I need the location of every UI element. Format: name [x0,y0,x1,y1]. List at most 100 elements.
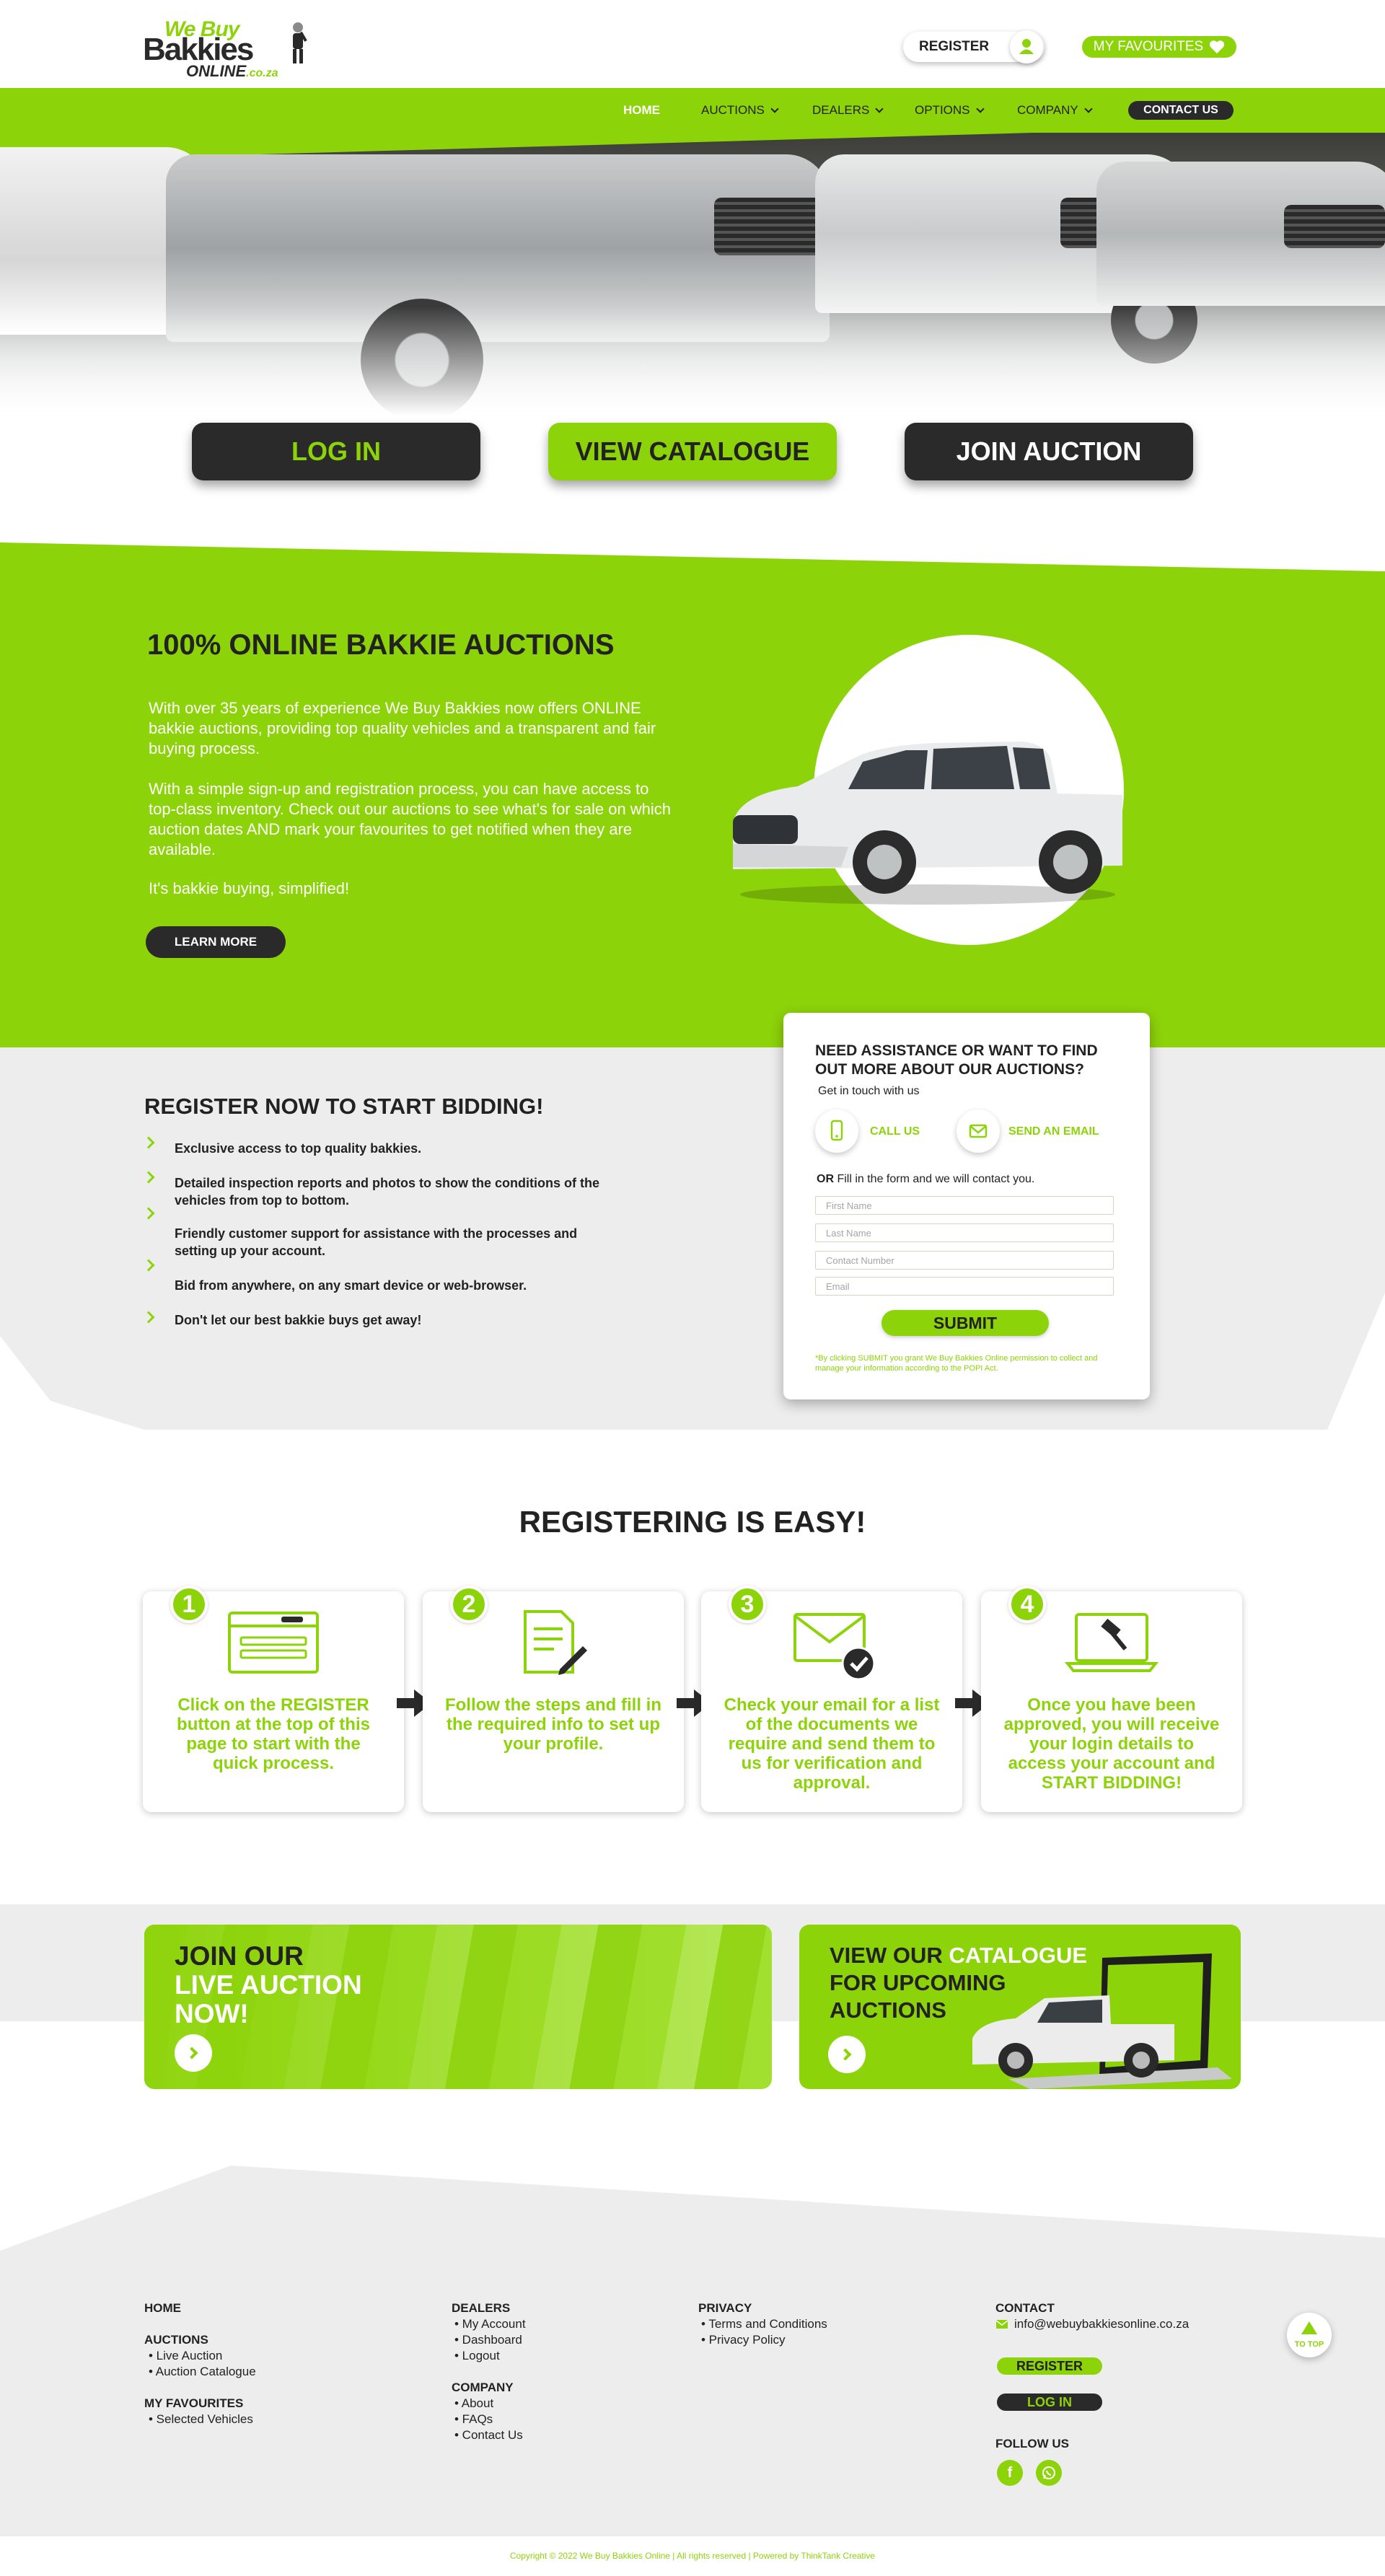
contact-number-field[interactable]: Contact Number [815,1251,1114,1270]
benefit-item: Detailed inspection reports and photos t… [175,1176,600,1208]
footer-auction-catalogue-link[interactable]: • Auction Catalogue [149,2365,256,2379]
nav-dealers-label: DEALERS [812,103,870,117]
hero-view-catalogue-button[interactable]: VIEW CATALOGUE [548,423,837,480]
footer-faqs-link[interactable]: • FAQs [454,2412,493,2427]
nav-company[interactable]: COMPANY [1017,101,1093,120]
step-text: Check your email for a list of the docum… [724,1695,940,1793]
arrow-up-icon [1301,2321,1317,2334]
footer-selected-vehicles-link[interactable]: • Selected Vehicles [149,2412,253,2427]
intro-paragraph: With over 35 years of experience We Buy … [149,699,656,757]
arrow-circle-icon[interactable] [828,2036,866,2073]
register-button[interactable]: REGISTER [903,30,1045,63]
footer-live-auction-link[interactable]: • Live Auction [149,2349,222,2363]
live-line-3: NOW! [175,1999,249,2028]
footer-home-link[interactable]: HOME [144,2301,181,2316]
call-us-button[interactable] [815,1109,858,1153]
contact-form-card: NEED ASSISTANCE OR WANT TO FIND OUT MORE… [783,1013,1150,1399]
catalogue-line-1a: VIEW OUR [830,1943,949,1968]
form-fill-icon [524,1610,587,1675]
live-auction-heading: JOIN OUR LIVE AUCTION NOW! [175,1942,362,2028]
footer-my-account-link[interactable]: • My Account [454,2317,526,2331]
footer-company-heading: COMPANY [452,2381,514,2394]
step-number: 1 [170,1586,208,1623]
learn-more-button[interactable]: LEARN MORE [146,926,286,958]
footer-register-button[interactable]: REGISTER [997,2357,1102,2375]
register-label: REGISTER [919,39,990,54]
footer-contact-us-link[interactable]: • Contact Us [454,2428,523,2443]
site-logo[interactable]: We Buy Bakkies ONLINE.co.za [143,17,316,80]
chevron-down-icon [770,105,779,113]
logo-domain: .co.za [246,67,278,79]
view-catalogue-banner[interactable]: VIEW OUR CATALOGUE FOR UPCOMING AUCTIONS [799,1925,1241,2089]
my-favourites-label: MY FAVOURITES [1093,39,1204,54]
send-email-button[interactable] [957,1109,1000,1153]
nav-options-label: OPTIONS [915,103,970,117]
logo-mascot-icon [293,22,307,63]
bakkie-image [733,742,1122,905]
nav-auctions-label: AUCTIONS [701,103,765,117]
live-line-1: JOIN OUR [175,1941,304,1971]
step-number: 4 [1008,1586,1046,1623]
submit-button[interactable]: SUBMIT [881,1310,1049,1336]
join-live-auction-banner[interactable]: JOIN OUR LIVE AUCTION NOW! [144,1925,772,2089]
facebook-icon[interactable]: f [997,2460,1023,2486]
laptop-gavel-icon [1065,1613,1158,1672]
copyright-text: Copyright © 2022 We Buy Bakkies Online |… [509,2551,876,2561]
nav-company-label: COMPANY [1017,103,1078,117]
footer-dealers-heading: DEALERS [452,2301,511,2315]
nav-dealers[interactable]: DEALERS [812,101,884,120]
step-text: Click on the REGISTER button at the top … [177,1695,370,1773]
email-field[interactable]: Email [815,1277,1114,1296]
hero-login-button[interactable]: LOG IN [192,423,480,480]
benefit-item: Exclusive access to top quality bakkies. [175,1141,422,1156]
footer-terms-link[interactable]: • Terms and Conditions [701,2317,827,2331]
step-card: 2 Follow the steps and fill in the requi… [423,1586,684,1812]
footer-email-link[interactable]: info@webuybakkiesonline.co.za [1014,2317,1189,2331]
envelope-icon [969,1124,988,1138]
to-top-button[interactable]: TO TOP [1287,2313,1332,2357]
hero-truck-grille [1284,205,1385,248]
live-line-2: LIVE AUCTION [175,1970,362,2000]
form-title: NEED ASSISTANCE OR WANT TO FIND OUT MORE… [815,1042,1098,1078]
intro-title: 100% ONLINE BAKKIE AUCTIONS [147,629,615,661]
logo-online: ONLINE [186,62,247,80]
envelope-icon [996,2320,1008,2329]
user-icon [1010,30,1043,63]
whatsapp-icon[interactable] [1036,2460,1062,2486]
steps-title: REGISTERING IS EASY! [519,1505,866,1539]
register-title: REGISTER NOW TO START BIDDING! [144,1094,544,1119]
first-name-field[interactable]: First Name [815,1196,1114,1215]
last-name-field[interactable]: Last Name [815,1223,1114,1242]
or-word: OR [817,1173,834,1185]
popi-consent-note: *By clicking SUBMIT you grant We Buy Bak… [815,1354,1098,1373]
form-subtitle: Get in touch with us [818,1085,920,1097]
hero-banner [0,133,1385,436]
hero-fade [0,306,1385,436]
or-text: Fill in the form and we will contact you… [834,1173,1035,1185]
step-card: 4 Once you have been approved, you will … [981,1586,1242,1812]
footer-auctions-heading: AUCTIONS [144,2333,208,2347]
footer-login-button[interactable]: LOG IN [997,2393,1102,2411]
chevron-down-icon [975,105,985,113]
heart-icon [1210,40,1225,54]
contact-us-button[interactable]: CONTACT US [1128,101,1234,120]
nav-options[interactable]: OPTIONS [915,101,985,120]
nav-home[interactable]: HOME [623,101,660,120]
footer-dashboard-link[interactable]: • Dashboard [454,2333,522,2347]
send-email-label[interactable]: SEND AN EMAIL [1008,1125,1099,1138]
nav-auctions[interactable]: AUCTIONS [701,101,779,120]
chevron-down-icon [875,105,884,113]
footer-logout-link[interactable]: • Logout [454,2349,500,2363]
to-top-label: TO TOP [1294,2340,1324,2349]
step-card: 1 Click on the REGISTER button at the to… [143,1586,404,1812]
footer-about-link[interactable]: • About [454,2396,493,2411]
call-us-label[interactable]: CALL US [870,1125,920,1138]
chevron-down-icon [1084,105,1093,113]
footer-privacy-heading: PRIVACY [698,2301,752,2315]
hero-join-auction-button[interactable]: JOIN AUCTION [905,423,1193,480]
arrow-circle-icon[interactable] [175,2034,212,2072]
step-text: Follow the steps and fill in the require… [444,1695,661,1754]
my-favourites-button[interactable]: MY FAVOURITES [1082,36,1236,58]
footer-privacy-policy-link[interactable]: • Privacy Policy [701,2333,785,2347]
logo-line-3: ONLINE.co.za [186,62,278,81]
